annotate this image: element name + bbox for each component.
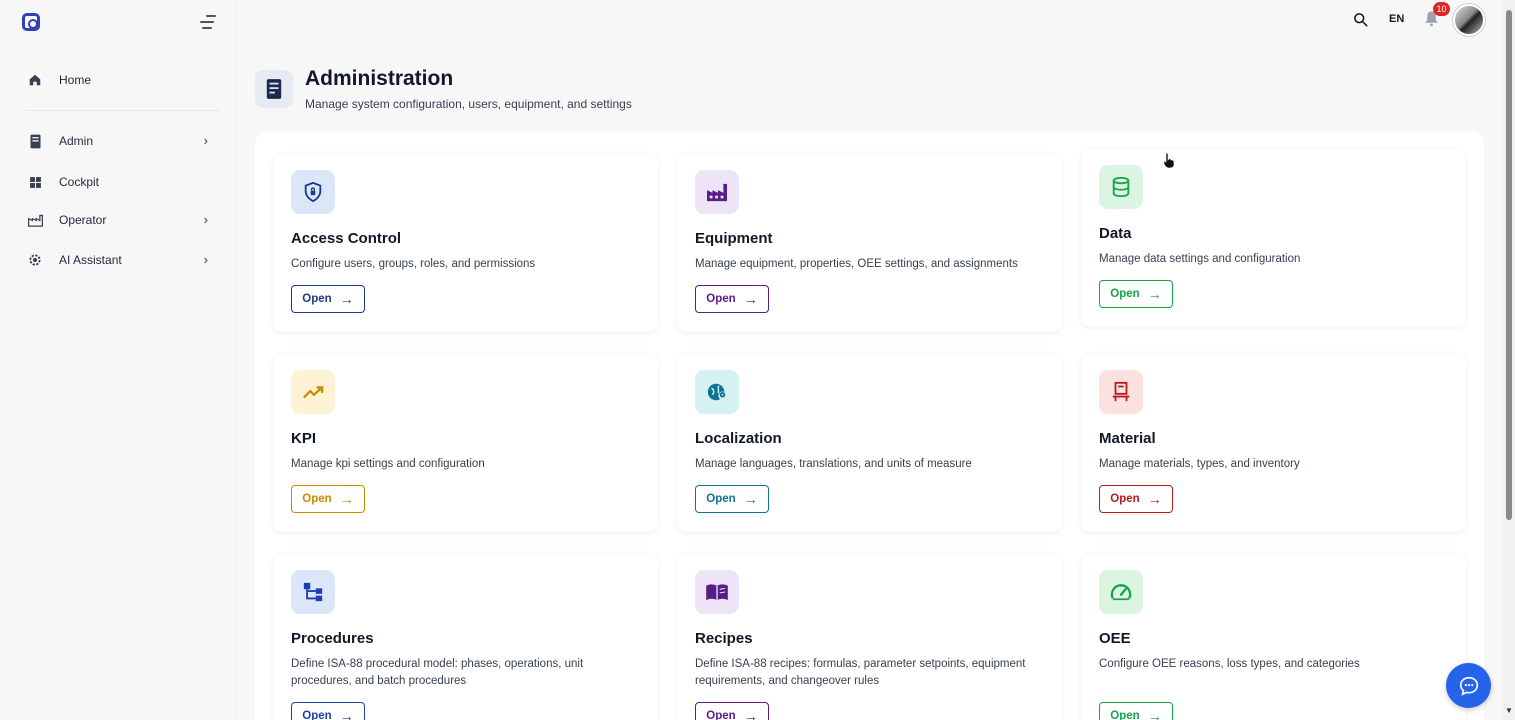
button-label: Open [302, 493, 332, 505]
arrow-right-icon: → [339, 491, 354, 507]
sidebar-item-label: Operator [59, 213, 107, 227]
chat-bubble-icon [1459, 676, 1478, 696]
administration-icon [255, 70, 293, 108]
sidebar-item-label: Home [59, 73, 92, 87]
open-kpi-button[interactable]: Open → [291, 485, 365, 513]
card-title: OEE [1099, 630, 1131, 647]
card-title: Equipment [695, 230, 773, 247]
open-access-control-button[interactable]: Open → [291, 285, 365, 313]
notification-badge: 10 [1433, 2, 1450, 16]
trending-up-icon [291, 370, 335, 414]
sidebar-item-label: Admin [59, 134, 94, 148]
gear-icon [18, 253, 52, 267]
button-label: Open [1110, 493, 1140, 505]
card-description: Manage equipment, properties, OEE settin… [695, 258, 1018, 270]
arrow-right-icon: → [1147, 286, 1162, 302]
menu-toggle-icon[interactable] [200, 15, 218, 31]
button-label: Open [1110, 288, 1140, 300]
shield-lock-icon [291, 170, 335, 214]
sidebar-item-operator[interactable]: Operator › [18, 203, 222, 237]
arrow-right-icon: → [1147, 708, 1162, 720]
open-material-button[interactable]: Open → [1099, 485, 1173, 513]
card-oee: OEE Configure OEE reasons, loss types, a… [1081, 554, 1466, 720]
card-access-control: Access Control Configure users, groups, … [273, 154, 658, 332]
button-label: Open [302, 710, 332, 720]
card-title: KPI [291, 430, 317, 447]
button-label: Open [1110, 710, 1140, 720]
admin-modules-panel: Access Control Configure users, groups, … [255, 132, 1484, 720]
card-procedures: Procedures Define ISA-88 procedural mode… [273, 554, 658, 720]
page-subtitle: Manage system configuration, users, equi… [305, 97, 632, 111]
open-data-button[interactable]: Open → [1099, 280, 1173, 308]
app-logo[interactable] [22, 13, 40, 31]
button-label: Open [302, 293, 332, 305]
card-description: Configure users, groups, roles, and perm… [291, 258, 536, 270]
sidebar-item-label: AI Assistant [59, 253, 122, 267]
admin-doc-icon [18, 134, 52, 149]
globe-location-icon [695, 370, 739, 414]
card-title: Procedures [291, 630, 374, 647]
search-icon[interactable] [1353, 12, 1369, 28]
card-title: Access Control [291, 230, 402, 247]
card-title: Data [1099, 225, 1132, 242]
hierarchy-icon [291, 570, 335, 614]
sidebar-item-cockpit[interactable]: Cockpit [18, 165, 222, 199]
open-equipment-button[interactable]: Open → [695, 285, 769, 313]
card-description: Manage kpi settings and configuration [291, 458, 485, 470]
sidebar-item-ai-assistant[interactable]: AI Assistant › [18, 243, 222, 277]
button-label: Open [706, 710, 736, 720]
card-description: Define ISA-88 procedural model: phases, … [291, 658, 584, 687]
scroll-down-icon[interactable]: ▼ [1505, 706, 1513, 715]
open-localization-button[interactable]: Open → [695, 485, 769, 513]
card-title: Recipes [695, 630, 753, 647]
open-book-icon [695, 570, 739, 614]
card-equipment: Equipment Manage equipment, properties, … [677, 154, 1062, 332]
scrollbar-thumb[interactable] [1506, 10, 1512, 520]
card-title: Localization [695, 430, 782, 447]
card-data: Data Manage data settings and configurat… [1081, 149, 1466, 327]
chat-assistant-button[interactable] [1446, 663, 1491, 708]
sidebar-item-home[interactable]: Home [18, 63, 222, 97]
sidebar-item-admin[interactable]: Admin › [18, 124, 222, 158]
card-localization: Localization Manage languages, translati… [677, 354, 1062, 532]
button-label: Open [706, 493, 736, 505]
arrow-right-icon: → [339, 708, 354, 720]
button-label: Open [706, 293, 736, 305]
arrow-right-icon: → [743, 291, 758, 307]
factory-icon [695, 170, 739, 214]
sidebar-item-label: Cockpit [59, 175, 100, 189]
gauge-icon [1099, 570, 1143, 614]
sidebar: Home Admin › Cockpit Operator › AI Assis… [0, 0, 236, 720]
language-selector[interactable]: EN [1389, 13, 1404, 25]
card-title: Material [1099, 430, 1156, 447]
card-description: Define ISA-88 recipes: formulas, paramet… [695, 658, 1026, 687]
open-recipes-button[interactable]: Open → [695, 702, 769, 720]
chevron-right-icon: › [203, 212, 208, 227]
factory-icon [18, 214, 52, 227]
open-oee-button[interactable]: Open → [1099, 702, 1173, 720]
sidebar-divider [26, 110, 220, 111]
user-avatar[interactable] [1453, 4, 1485, 36]
open-procedures-button[interactable]: Open → [291, 702, 365, 720]
card-description: Manage materials, types, and inventory [1099, 458, 1300, 470]
card-description: Configure OEE reasons, loss types, and c… [1099, 658, 1360, 670]
chevron-right-icon: › [203, 133, 208, 148]
arrow-right-icon: → [1147, 491, 1162, 507]
card-description: Manage data settings and configuration [1099, 253, 1301, 265]
arrow-right-icon: → [743, 491, 758, 507]
arrow-right-icon: → [339, 291, 354, 307]
card-description: Manage languages, translations, and unit… [695, 458, 972, 470]
material-cart-icon [1099, 370, 1143, 414]
chevron-right-icon: › [203, 252, 208, 267]
home-icon [18, 73, 52, 87]
database-icon [1099, 165, 1143, 209]
page-scrollbar[interactable]: ▼ [1503, 0, 1515, 720]
arrow-right-icon: → [743, 708, 758, 720]
card-material: Material Manage materials, types, and in… [1081, 354, 1466, 532]
dashboard-icon [18, 176, 52, 189]
card-recipes: Recipes Define ISA-88 recipes: formulas,… [677, 554, 1062, 720]
page-title: Administration [305, 67, 454, 90]
card-kpi: KPI Manage kpi settings and configuratio… [273, 354, 658, 532]
mouse-cursor-icon [1163, 153, 1175, 169]
